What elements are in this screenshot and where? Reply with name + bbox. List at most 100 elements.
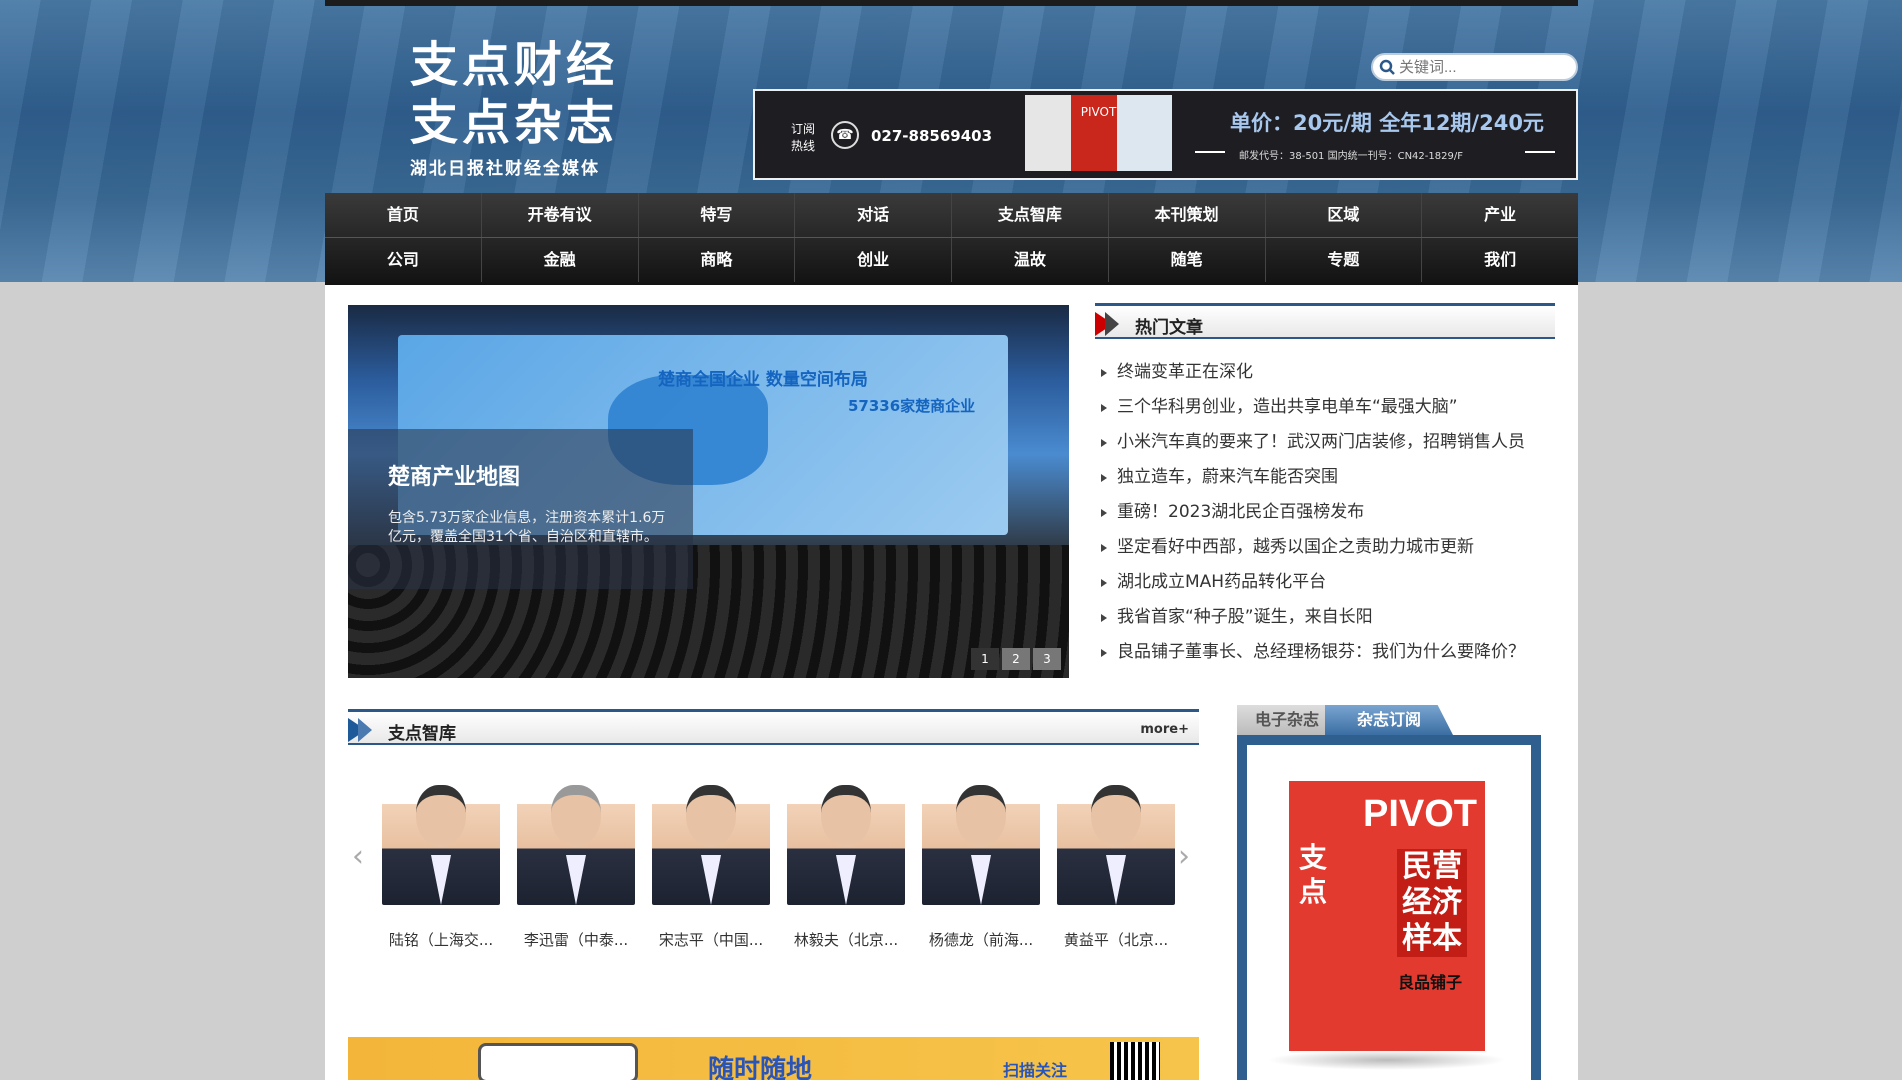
logo-line1: 支点财经 xyxy=(410,37,619,93)
person-card[interactable]: 宋志平（中国... xyxy=(652,779,770,950)
header-triangle-icon xyxy=(1105,312,1119,336)
subscription-banner[interactable]: 订阅热线 ☎ 027-88569403 PIVOT 单价：20元/期 全年12期… xyxy=(753,89,1578,180)
cover-headline: 民营经济样本 xyxy=(1397,849,1467,957)
person-name[interactable]: 林毅夫（北京... xyxy=(787,929,905,950)
list-item[interactable]: 终端变革正在深化 xyxy=(1095,355,1555,390)
person-photo xyxy=(787,779,905,905)
nav-item-cehua[interactable]: 本刊策划 xyxy=(1109,193,1266,237)
person-card[interactable]: 黄益平（北京... xyxy=(1057,779,1175,950)
list-item[interactable]: 小米汽车真的要来了！武汉两门店装修，招聘销售人员 xyxy=(1095,425,1555,460)
hero-slider[interactable]: 楚商全国企业 数量空间布局 57336家楚商企业 楚商产业地图 包含5.73万家… xyxy=(348,305,1069,678)
qr-code-icon xyxy=(1110,1042,1160,1080)
tab-subscribe[interactable]: 杂志订阅 xyxy=(1325,705,1453,735)
phone-icon: ☎ xyxy=(831,121,859,149)
person-card[interactable]: 杨德龙（前海... xyxy=(922,779,1040,950)
search-box xyxy=(1371,53,1578,81)
list-item[interactable]: 三个华科男创业，造出共享电单车“最强大脑” xyxy=(1095,390,1555,425)
hot-articles-header: 热门文章 xyxy=(1095,303,1555,339)
nav-item-chuangye[interactable]: 创业 xyxy=(795,238,952,282)
arrow-left-decor xyxy=(1195,151,1225,153)
slider-pager: 1 2 3 xyxy=(971,648,1061,670)
nav-item-zhiku[interactable]: 支点智库 xyxy=(952,193,1109,237)
person-photo xyxy=(382,779,500,905)
price-text: 单价：20元/期 全年12期/240元 xyxy=(1230,111,1544,135)
emagazine-panel: 电子杂志 杂志订阅 PIVOT 支点 民营经济样本 良品铺子 xyxy=(1237,705,1541,1080)
nav-item-jinrong[interactable]: 金融 xyxy=(482,238,639,282)
list-item[interactable]: 良品铺子董事长、总经理杨银芬：我们为什么要降价？ xyxy=(1095,635,1555,670)
slider-dot-2[interactable]: 2 xyxy=(1002,648,1030,670)
person-photo xyxy=(922,779,1040,905)
phone-illustration xyxy=(478,1043,638,1080)
nav-item-women[interactable]: 我们 xyxy=(1422,238,1578,282)
header-triangle-icon xyxy=(358,718,372,742)
postal-codes: 邮发代号：38-501 国内统一刊号：CN42-1829/F xyxy=(1239,151,1463,162)
cover-brand: 支点 xyxy=(1299,841,1328,908)
search-input[interactable] xyxy=(1399,57,1569,77)
think-tank-section: 支点智库 more+ ‹ 陆铭（上海交... 李迅雷（中泰... 宋志平（中国.… xyxy=(348,709,1199,949)
think-tank-header: 支点智库 more+ xyxy=(348,709,1199,745)
nav-item-home[interactable]: 首页 xyxy=(325,193,482,237)
nav-item-shanglue[interactable]: 商略 xyxy=(639,238,796,282)
arrow-right-decor xyxy=(1525,151,1555,153)
person-photo xyxy=(1057,779,1175,905)
slide-caption-text: 包含5.73万家企业信息，注册资本累计1.6万亿元，覆盖全国31个省、自治区和直… xyxy=(388,510,666,545)
cover-title: PIVOT xyxy=(1363,793,1478,835)
list-item[interactable]: 重磅！2023湖北民企百强榜发布 xyxy=(1095,495,1555,530)
slide-caption-title[interactable]: 楚商产业地图 xyxy=(388,459,520,491)
slide-caption[interactable]: 楚商产业地图 包含5.73万家企业信息，注册资本累计1.6万亿元，覆盖全国31个… xyxy=(348,429,693,589)
person-name[interactable]: 陆铭（上海交... xyxy=(382,929,500,950)
magazine-thumb-3 xyxy=(1117,95,1172,171)
person-name[interactable]: 黄益平（北京... xyxy=(1057,929,1175,950)
list-item[interactable]: 坚定看好中西部，越秀以国企之责助力城市更新 xyxy=(1095,530,1555,565)
nav-item-texie[interactable]: 特写 xyxy=(639,193,796,237)
hot-articles-list: 终端变革正在深化 三个华科男创业，造出共享电单车“最强大脑” 小米汽车真的要来了… xyxy=(1095,355,1555,670)
person-photo xyxy=(652,779,770,905)
nav-row-1: 首页 开卷有议 特写 对话 支点智库 本刊策划 区域 产业 xyxy=(325,193,1578,237)
subscribe-phone: 027-88569403 xyxy=(871,127,993,145)
main-nav: 首页 开卷有议 特写 对话 支点智库 本刊策划 区域 产业 公司 金融 商略 创… xyxy=(325,193,1578,285)
site-logo[interactable]: 支点财经 支点杂志 湖北日报社财经全媒体 xyxy=(410,36,618,179)
subscribe-label: 订阅热线 xyxy=(791,122,816,153)
emagazine-tabs: 电子杂志 杂志订阅 xyxy=(1237,705,1541,735)
slider-dot-3[interactable]: 3 xyxy=(1033,648,1061,670)
qr-follow-banner[interactable]: 随时随地 扫描关注 xyxy=(348,1037,1199,1080)
qr-banner-subtext: 扫描关注 xyxy=(1003,1061,1068,1080)
nav-item-quyu[interactable]: 区域 xyxy=(1266,193,1423,237)
search-icon[interactable] xyxy=(1379,59,1395,75)
people-carousel: ‹ 陆铭（上海交... 李迅雷（中泰... 宋志平（中国... 林毅夫（北京..… xyxy=(348,779,1199,969)
chevron-right-icon[interactable]: › xyxy=(1178,839,1190,874)
slider-dot-1[interactable]: 1 xyxy=(971,648,999,670)
person-name[interactable]: 宋志平（中国... xyxy=(652,929,770,950)
list-item[interactable]: 湖北成立MAH药品转化平台 xyxy=(1095,565,1555,600)
nav-item-suibi[interactable]: 随笔 xyxy=(1109,238,1266,282)
emagazine-box: PIVOT 支点 民营经济样本 良品铺子 xyxy=(1237,735,1541,1080)
list-item[interactable]: 我省首家“种子股”诞生，来自长阳 xyxy=(1095,600,1555,635)
nav-item-kaijuan[interactable]: 开卷有议 xyxy=(482,193,639,237)
person-card[interactable]: 李迅雷（中泰... xyxy=(517,779,635,950)
cover-subline: 良品铺子 xyxy=(1397,973,1462,992)
slide-screen-stat: 57336家楚商企业 xyxy=(848,397,976,415)
tab-emagazine[interactable]: 电子杂志 xyxy=(1237,705,1337,735)
nav-item-wengu[interactable]: 温故 xyxy=(952,238,1109,282)
nav-item-zhuanti[interactable]: 专题 xyxy=(1266,238,1423,282)
nav-item-chanye[interactable]: 产业 xyxy=(1422,193,1578,237)
nav-item-gongsi[interactable]: 公司 xyxy=(325,238,482,282)
logo-line2: 支点杂志 xyxy=(410,95,619,151)
person-name[interactable]: 杨德龙（前海... xyxy=(922,929,1040,950)
more-link[interactable]: more+ xyxy=(1140,722,1189,737)
person-card[interactable]: 林毅夫（北京... xyxy=(787,779,905,950)
person-name[interactable]: 李迅雷（中泰... xyxy=(517,929,635,950)
qr-banner-text: 随时随地 xyxy=(708,1055,813,1080)
list-item[interactable]: 独立造车，蔚来汽车能否突围 xyxy=(1095,460,1555,495)
person-photo xyxy=(517,779,635,905)
magazine-cover[interactable]: PIVOT 支点 民营经济样本 良品铺子 xyxy=(1289,781,1485,1051)
nav-item-duihua[interactable]: 对话 xyxy=(795,193,952,237)
logo-tagline: 湖北日报社财经全媒体 xyxy=(410,159,600,179)
chevron-left-icon[interactable]: ‹ xyxy=(352,839,364,874)
nav-row-2: 公司 金融 商略 创业 温故 随笔 专题 我们 xyxy=(325,238,1578,282)
hot-articles: 热门文章 终端变革正在深化 三个华科男创业，造出共享电单车“最强大脑” 小米汽车… xyxy=(1095,303,1555,670)
person-card[interactable]: 陆铭（上海交... xyxy=(382,779,500,950)
page-wrapper: 支点财经 支点杂志 湖北日报社财经全媒体 订阅热线 ☎ 027-88569403… xyxy=(325,0,1578,1080)
main-content: 楚商全国企业 数量空间布局 57336家楚商企业 楚商产业地图 包含5.73万家… xyxy=(325,285,1578,1080)
hot-articles-title: 热门文章 xyxy=(1135,318,1203,338)
